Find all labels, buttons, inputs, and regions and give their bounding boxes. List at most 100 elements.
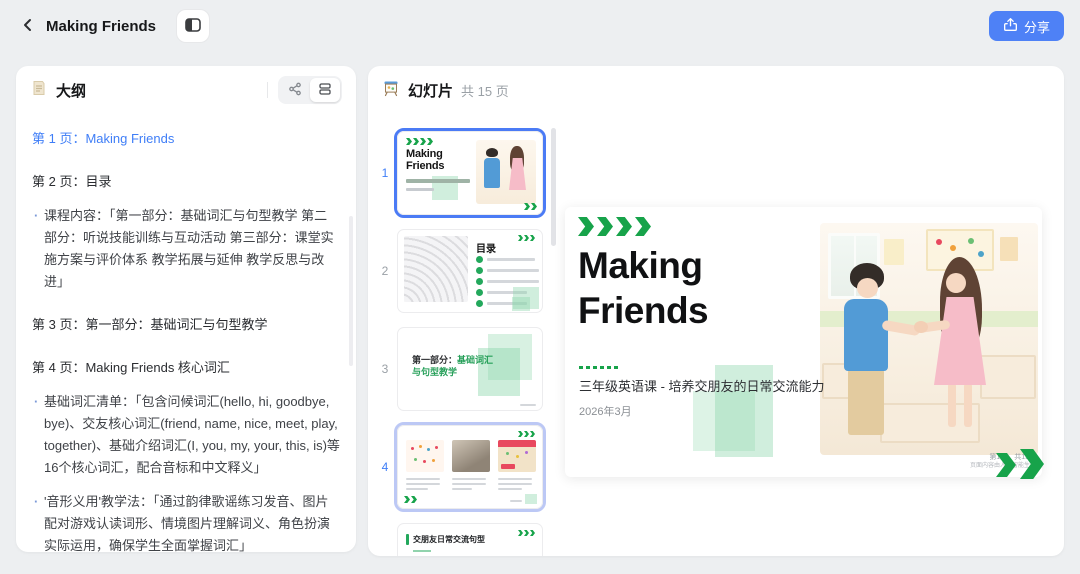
slides-panel-title: 幻灯片 [408,82,454,100]
list-view-button[interactable] [310,78,340,102]
green-arrow-icon [427,138,433,145]
share-button-label: 分享 [1023,19,1050,35]
thumbnail-abstract-image [404,236,468,302]
slide-subtitle: 三年级英语课 - 培养交朋友的日常交流能力 [579,379,825,394]
green-arrow-icon [1020,449,1044,479]
outline-page-1[interactable]: 第 1 页：Making Friends [32,128,340,150]
toc-item-text-bar [487,280,539,283]
outline-bullet[interactable]: '音形义用'教学法：「通过韵律歌谣练习发音、图片配对游戏认读词形、情境图片理解词… [32,491,340,552]
green-arrows-decoration [996,445,1048,481]
slide-thumbnail-3[interactable]: 第一部分：基础词汇与句型教学 [394,324,546,414]
thumbnail-list: 1 Making Friends 2 目录 3 第一部分：基础词汇与句型教学 4… [376,128,556,556]
thumbnail-3-title: 第一部分：基础词汇与句型教学 [412,354,500,378]
green-arrow-icon [616,217,632,236]
green-arrow-icon [530,530,535,536]
decoration-dot [506,452,509,455]
slide-thumbnail-2[interactable]: 目录 [394,226,546,316]
green-arrow-icon [578,217,594,236]
board-pin [968,238,974,244]
thumbnail-1-title: Making Friends [406,148,445,172]
decoration-dot [516,455,519,458]
thumbnail-image-characters [406,440,444,472]
green-arrow-icon [411,496,417,503]
slides-panel-header: 幻灯片 共 15 页 [368,66,1064,114]
boy-figure-shirt [844,299,888,371]
green-square-decoration [512,297,530,311]
slide-date: 2026年3月 [579,406,632,418]
green-arrow-icon [420,138,426,145]
green-arrow-icon [406,138,412,145]
green-arrow-icon [518,235,523,241]
caption-bar [498,488,522,490]
caption-bar [452,478,486,480]
caption-bar [406,488,428,490]
mindmap-view-button[interactable] [280,78,310,102]
thumbnail-5-title: 交朋友日常交流句型 [413,535,485,544]
thumbnail-image-classroom [452,440,490,472]
mini-boy [486,148,498,157]
document-title: Making Friends [46,17,157,35]
caption-bar [406,483,440,485]
outline-scrollbar[interactable] [349,216,353,366]
easel-icon [382,79,400,102]
green-arrow-icon [597,217,613,236]
slide-thumbnail-4[interactable] [394,422,546,512]
share-icon [1003,17,1018,35]
thumbnail-scrollbar[interactable] [551,128,556,246]
board-pin [950,245,956,251]
slide-title: Making Friends [578,245,709,331]
outline-page-3[interactable]: 第 3 页：第一部分：基础词汇与句型教学 [32,314,340,336]
decoration-dot [423,460,426,463]
decoration-dot [411,447,414,450]
decoration-dot [435,446,438,449]
classroom-desk [980,355,1036,399]
toc-item-badge [476,256,483,263]
mini-boy-shirt [484,158,500,188]
thumbnail-row-2: 2 目录 [376,226,556,316]
green-arrow-icon [518,431,523,437]
decoration-dot [414,458,417,461]
slides-panel: 幻灯片 共 15 页 1 Making Friends 2 目录 3 第一部分：… [368,66,1064,556]
outline-page-2[interactable]: 第 2 页：目录 [32,171,340,193]
green-arrow-icon [524,431,529,437]
outline-page-4[interactable]: 第 4 页：Making Friends 核心词汇 [32,357,340,379]
classroom-poster [1000,237,1018,261]
boy-figure-pants [848,369,884,435]
green-arrow-icon [524,235,529,241]
green-dotted-line [579,366,621,369]
thumbnail-number: 1 [381,166,389,180]
toc-item-badge [476,278,483,285]
board-pin [978,251,984,257]
slide-thumbnail-1[interactable]: Making Friends [394,128,546,218]
girl-figure [948,383,956,427]
caption-bar [406,478,440,480]
decoration-dot [427,448,430,451]
share-nodes-icon [288,82,302,99]
boy-figure-face [857,278,878,298]
thumbnail-row-5: 5 交朋友日常交流句型 [376,520,556,556]
section-prefix: 第一部分： [412,355,458,365]
thumbnail-date-bar [406,188,434,191]
outline-panel: 大纲 第 1 页：Making Friends 第 2 页：目录 课程内容：「第… [16,66,356,552]
outline-bullet[interactable]: 基础词汇清单：「包含问候词汇(hello, hi, goodbye, bye)、… [32,391,340,479]
decoration-dot [419,445,422,448]
thumbnail-row-3: 3 第一部分：基础词汇与句型教学 [376,324,556,414]
sidebar-toggle-button[interactable] [176,9,211,43]
share-button[interactable]: 分享 [988,11,1064,41]
decoration-dot [432,459,435,462]
footer-text-bar [520,404,536,406]
back-button[interactable] [14,12,42,40]
caption-bar [452,483,486,485]
thumbnail-2-title: 目录 [476,244,496,255]
thumbnail-1-content: Making Friends [397,131,543,215]
slide-photo-children-handshake [820,223,1038,455]
slide-preview[interactable]: Making Friends 三年级英语课 - 培养交朋友的日常交流能力 202… [565,207,1044,479]
slide-thumbnail-5[interactable]: 交朋友日常交流句型 [394,520,546,556]
green-arrow-icon [518,530,523,536]
thumbnail-subtitle-bar [406,179,470,183]
outline-view-segmented-control [278,76,342,104]
outline-document-icon [30,79,48,102]
caption-bar [452,488,472,490]
outline-bullet[interactable]: 课程内容：「第一部分：基础词汇与句型教学 第二部分：听说技能训练与互动活动 第三… [32,205,340,293]
red-bar [501,464,515,469]
